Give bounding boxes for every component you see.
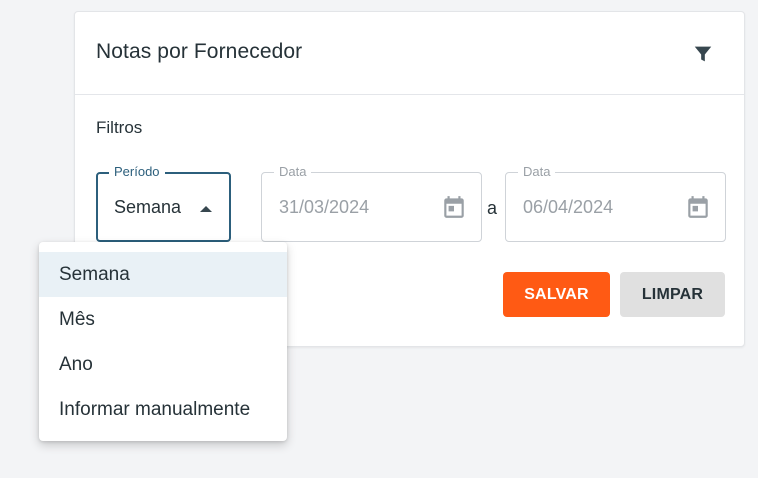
save-button[interactable]: SALVAR: [503, 272, 610, 317]
start-date-field[interactable]: Data 31/03/2024: [261, 164, 482, 242]
filter-icon: [694, 46, 712, 62]
filter-button[interactable]: [687, 38, 719, 70]
calendar-icon[interactable]: [441, 193, 467, 221]
clear-button[interactable]: LIMPAR: [620, 272, 725, 317]
end-date-label: Data: [518, 164, 556, 180]
menu-item-mes[interactable]: Mês: [39, 297, 287, 342]
card-title: Notas por Fornecedor: [96, 40, 303, 63]
period-dropdown-menu: Semana Mês Ano Informar manualmente: [39, 242, 287, 441]
end-date-value: 06/04/2024: [523, 197, 614, 217]
start-date-label: Data: [274, 164, 312, 180]
caret-up-icon: [200, 206, 212, 212]
filters-section-title: Filtros: [96, 118, 143, 137]
menu-item-ano[interactable]: Ano: [39, 342, 287, 387]
period-label: Período: [109, 164, 165, 180]
end-date-field[interactable]: Data 06/04/2024: [505, 164, 726, 242]
period-select[interactable]: Período Semana: [96, 164, 231, 242]
header-divider: [75, 94, 744, 95]
menu-item-semana[interactable]: Semana: [39, 252, 287, 297]
calendar-icon[interactable]: [685, 193, 711, 221]
date-range-separator: a: [487, 198, 498, 218]
start-date-value: 31/03/2024: [279, 197, 370, 217]
period-value: Semana: [114, 197, 182, 217]
menu-item-informar-manualmente[interactable]: Informar manualmente: [39, 387, 287, 432]
